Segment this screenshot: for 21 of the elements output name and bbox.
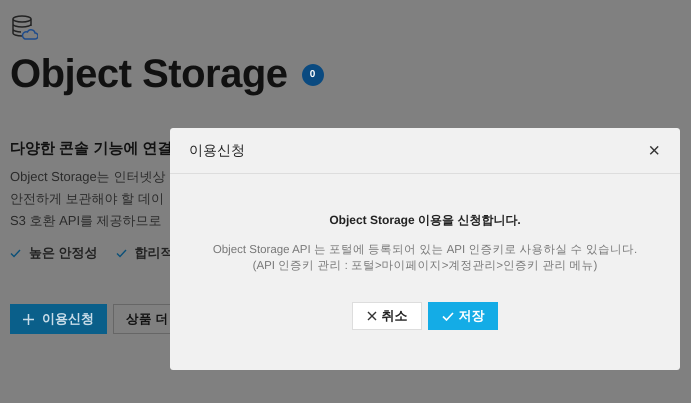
close-icon	[366, 311, 376, 321]
plus-icon	[23, 314, 34, 324]
check-icon	[442, 312, 454, 320]
description-line: Object Storage는 인터넷상	[10, 168, 166, 186]
cancel-button[interactable]: 취소	[352, 302, 422, 330]
section-heading: 다양한 콘솔 기능에 연결	[10, 139, 173, 158]
database-cloud-icon	[10, 14, 38, 42]
page-title: Object Storage	[10, 52, 288, 97]
dialog-detail-line: (API 인증키 관리 : 포털>마이페이지>계정관리>인증키 관리 메뉴)	[252, 259, 598, 274]
description-line: S3 호환 API를 제공하므로	[10, 212, 162, 230]
apply-button[interactable]: 이용신청	[10, 304, 107, 334]
check-icon	[10, 248, 21, 258]
feature-label: 높은 안정성	[29, 244, 98, 262]
description-line: 안전하게 보관해야 할 데이	[10, 190, 164, 208]
close-button[interactable]: ×	[648, 140, 660, 160]
dialog-message: Object Storage 이용을 신청합니다.	[329, 212, 521, 229]
dialog-detail-line: Object Storage API 는 포털에 등록되어 있는 API 인증키로 사용하실 수 있습니다.	[212, 243, 638, 258]
dialog-title: 이용신청	[189, 142, 245, 160]
count-badge: 0	[302, 64, 324, 86]
check-icon	[116, 248, 127, 258]
save-button[interactable]: 저장	[428, 302, 498, 330]
